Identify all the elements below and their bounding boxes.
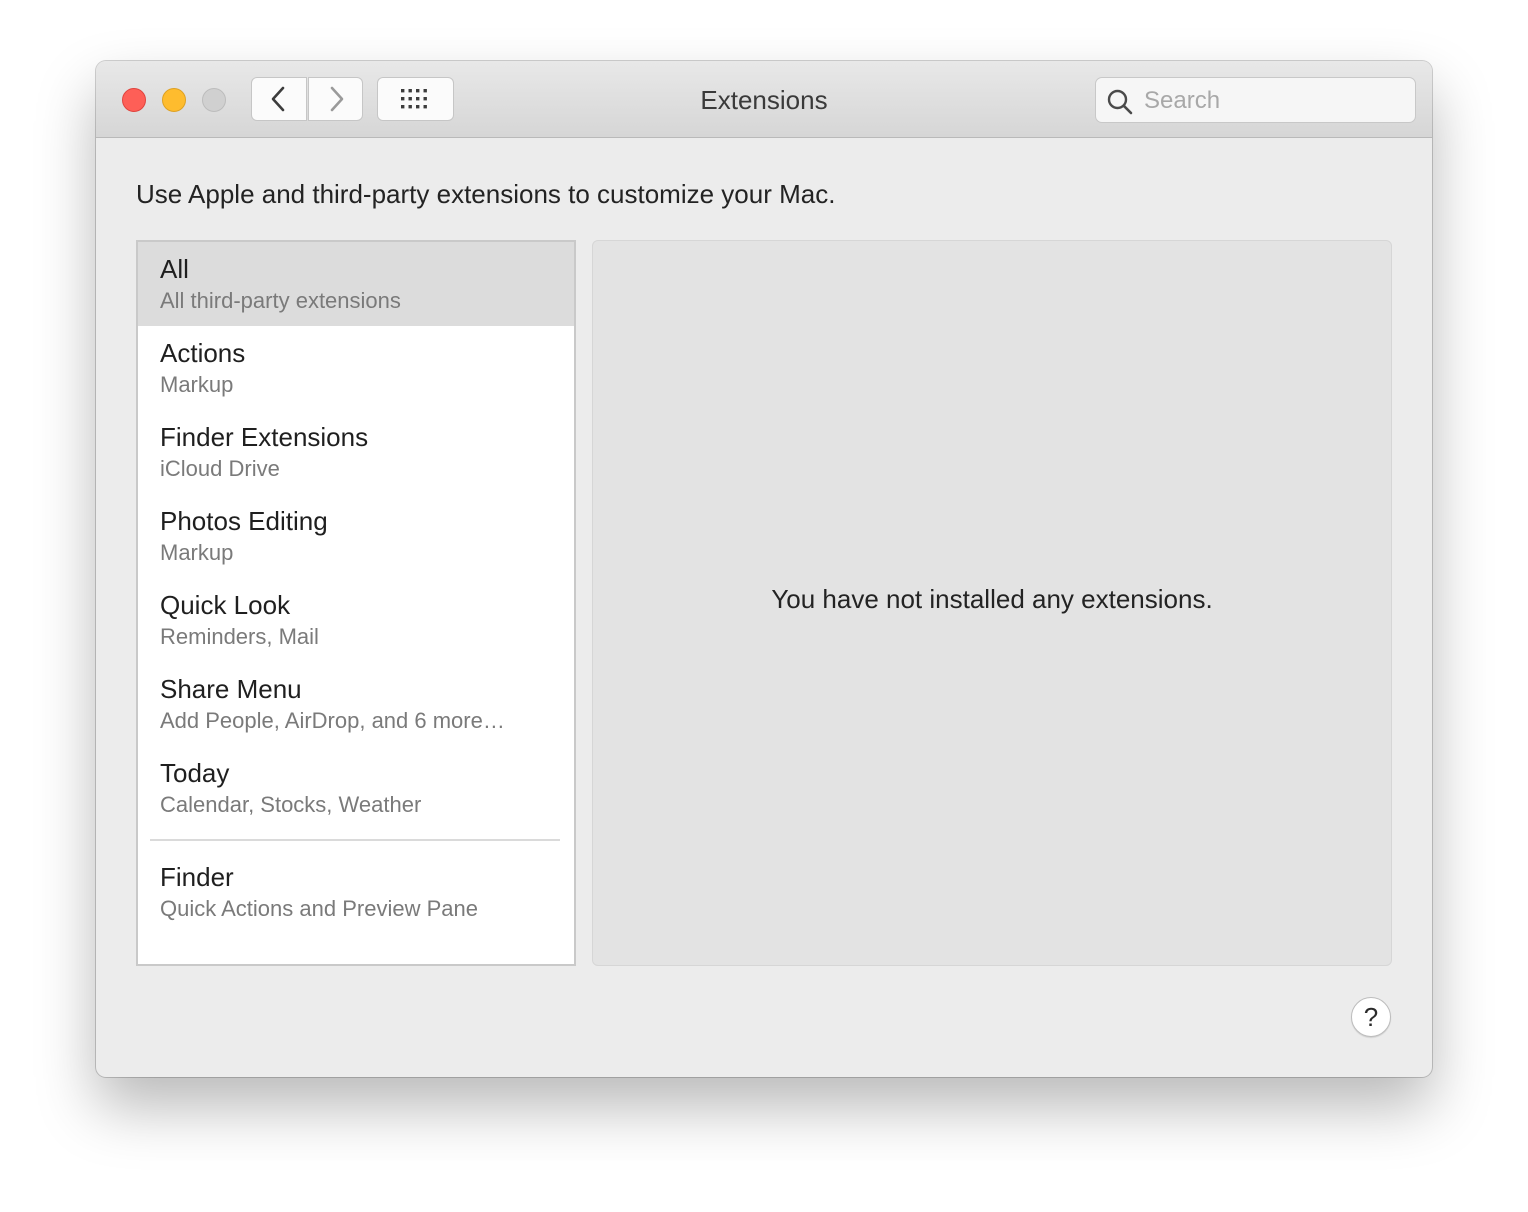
show-all-button[interactable]: [377, 77, 454, 121]
sidebar-item-label: Quick Look: [160, 590, 291, 620]
sidebar-item-share-menu[interactable]: Share Menu Add People, AirDrop, and 6 mo…: [138, 662, 574, 746]
sidebar-item-quick-look[interactable]: Quick Look Reminders, Mail: [138, 578, 574, 662]
sidebar-item-actions[interactable]: Actions Markup: [138, 326, 574, 410]
sidebar-item-subtitle: Markup: [160, 540, 234, 565]
sidebar-divider: [150, 839, 560, 841]
extensions-detail-pane: You have not installed any extensions.: [592, 240, 1392, 966]
zoom-window-button: [202, 88, 226, 112]
sidebar-item-subtitle: All third-party extensions: [160, 288, 401, 313]
sidebar-item-subtitle: Add People, AirDrop, and 6 more…: [160, 708, 505, 733]
intro-text: Use Apple and third-party extensions to …: [136, 179, 836, 209]
sidebar-item-subtitle: Calendar, Stocks, Weather: [160, 792, 422, 817]
sidebar-item-subtitle: Quick Actions and Preview Pane: [160, 896, 478, 921]
back-button[interactable]: [251, 77, 307, 121]
sidebar-item-label: Today: [160, 758, 230, 788]
empty-state-message: You have not installed any extensions.: [771, 584, 1213, 614]
window-title: Extensions: [700, 85, 828, 115]
sidebar-item-label: Photos Editing: [160, 506, 328, 536]
sidebar-item-all[interactable]: All All third-party extensions: [138, 242, 574, 326]
sidebar-item-finder[interactable]: Finder Quick Actions and Preview Pane: [138, 850, 574, 934]
title-bar: Extensions: [96, 61, 1432, 138]
sidebar-item-label: Finder Extensions: [160, 422, 369, 452]
sidebar-item-label: Actions: [160, 338, 246, 368]
sidebar-item-subtitle: iCloud Drive: [160, 456, 280, 481]
chevron-right-icon: [330, 86, 343, 112]
extension-category-list: All All third-party extensions Actions M…: [136, 240, 576, 966]
sidebar-item-today[interactable]: Today Calendar, Stocks, Weather: [138, 746, 574, 830]
sidebar-item-label: All: [160, 254, 189, 284]
sidebar-item-finder-extensions[interactable]: Finder Extensions iCloud Drive: [138, 410, 574, 494]
sidebar-item-subtitle: Reminders, Mail: [160, 624, 319, 649]
sidebar-item-label: Finder: [160, 862, 234, 892]
help-button[interactable]: ?: [1351, 997, 1391, 1037]
forward-button[interactable]: [308, 77, 363, 121]
minimize-window-button[interactable]: [162, 88, 186, 112]
sidebar-item-photos-editing[interactable]: Photos Editing Markup: [138, 494, 574, 578]
sidebar-item-label: Share Menu: [160, 674, 302, 704]
sidebar-item-subtitle: Markup: [160, 372, 234, 397]
extensions-window: Extensions Use Apple and third-party ext…: [96, 61, 1432, 1077]
chevron-left-icon: [271, 86, 285, 112]
grid-icon: [400, 89, 427, 109]
search-input[interactable]: [1142, 84, 1406, 118]
search-icon: [1107, 89, 1133, 115]
search-field[interactable]: [1095, 77, 1416, 123]
close-window-button[interactable]: [122, 88, 146, 112]
